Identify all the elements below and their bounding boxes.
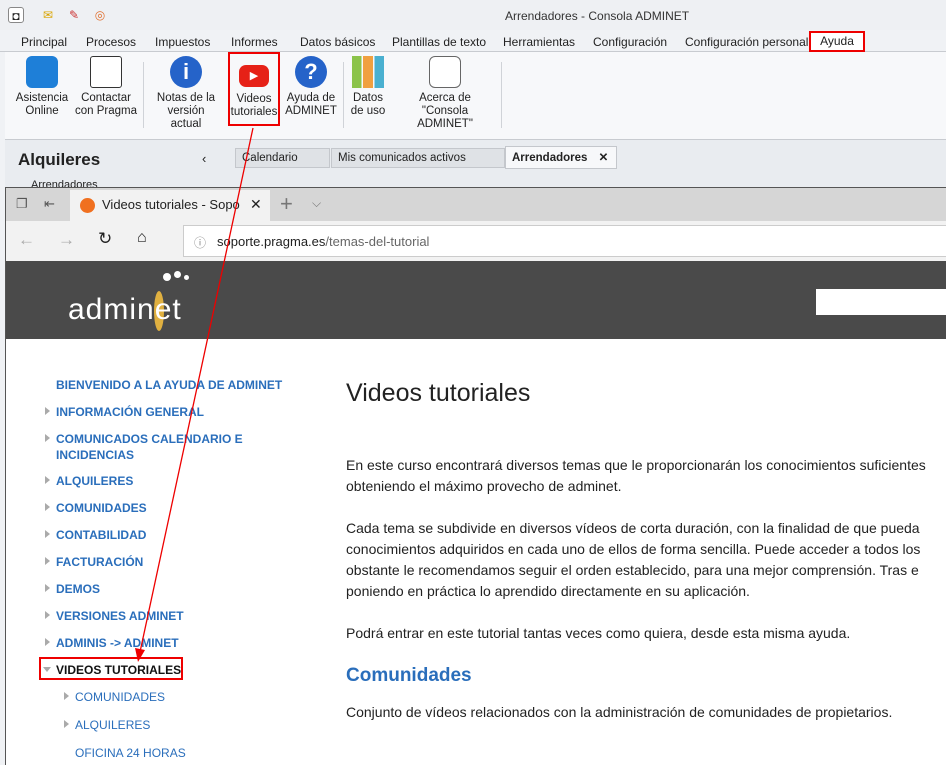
arrow-head [135, 648, 145, 662]
annotation-arrow [135, 127, 254, 662]
arrow-line [139, 127, 254, 653]
